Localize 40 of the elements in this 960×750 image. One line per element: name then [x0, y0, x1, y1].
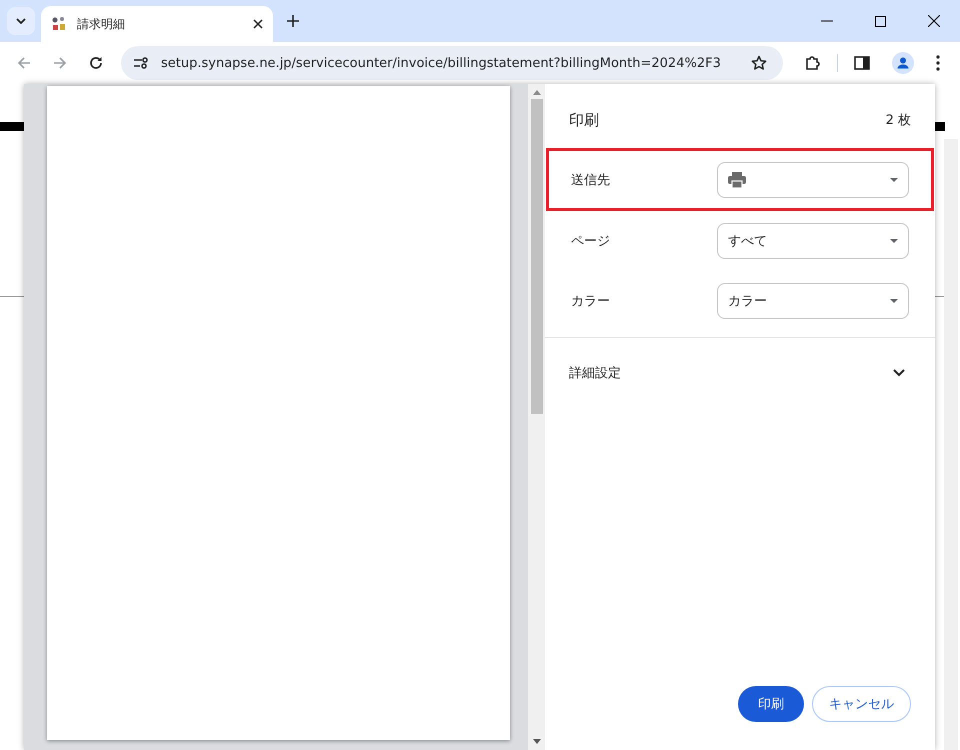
side-panel-icon[interactable] — [854, 56, 870, 70]
site-settings-icon[interactable] — [133, 56, 149, 70]
more-settings-toggle[interactable]: 詳細設定 — [545, 338, 935, 408]
url-text: setup.synapse.ne.jp/servicecounter/invoice/billingstatement?billingMonth=2024%2F3 — [161, 56, 722, 70]
puzzle-icon[interactable] — [805, 55, 821, 71]
setting-label: ページ — [571, 233, 611, 250]
sheet-count: 2 枚 — [886, 112, 911, 129]
browser-tab[interactable]: 請求明細 — [41, 6, 273, 42]
minimize-icon[interactable] — [821, 20, 833, 22]
site-favicon-icon — [51, 16, 67, 32]
dialog-title: 印刷 — [569, 110, 599, 130]
dropdown[interactable]: すべて — [717, 223, 909, 259]
tab-search-button[interactable] — [7, 7, 35, 35]
scroll-up-icon[interactable] — [532, 90, 540, 95]
reload-icon[interactable] — [89, 56, 103, 70]
star-icon[interactable] — [751, 55, 767, 71]
menu-icon[interactable] — [936, 55, 940, 71]
close-icon[interactable] — [253, 19, 263, 29]
address-bar[interactable]: setup.synapse.ne.jp/servicecounter/invoice/billingstatement?billingMonth=2024%2F3 — [121, 46, 783, 80]
tab-title: 請求明細 — [77, 16, 126, 32]
setting-label: カラー — [571, 293, 611, 310]
cancel-button[interactable]: キャンセル — [812, 686, 911, 722]
maximize-icon[interactable] — [875, 16, 886, 26]
profile-icon[interactable] — [892, 52, 914, 74]
preview-scrollbar[interactable] — [528, 84, 545, 750]
caret-icon — [890, 178, 898, 182]
scroll-down-icon[interactable] — [532, 739, 540, 744]
new-tab-icon[interactable] — [287, 15, 299, 27]
caret-icon — [890, 239, 898, 243]
dropdown[interactable]: カラー — [717, 283, 909, 319]
print-button[interactable]: 印刷 — [738, 686, 804, 722]
page-scrollbar[interactable] — [944, 139, 958, 750]
dropdown[interactable] — [717, 162, 909, 198]
close-window-icon[interactable] — [928, 15, 940, 27]
chevron-down-icon — [16, 18, 26, 24]
printer-icon — [728, 172, 746, 188]
caret-icon — [890, 299, 898, 303]
forward-icon[interactable] — [53, 56, 67, 70]
setting-label: 送信先 — [571, 172, 611, 188]
back-icon[interactable] — [17, 56, 31, 70]
